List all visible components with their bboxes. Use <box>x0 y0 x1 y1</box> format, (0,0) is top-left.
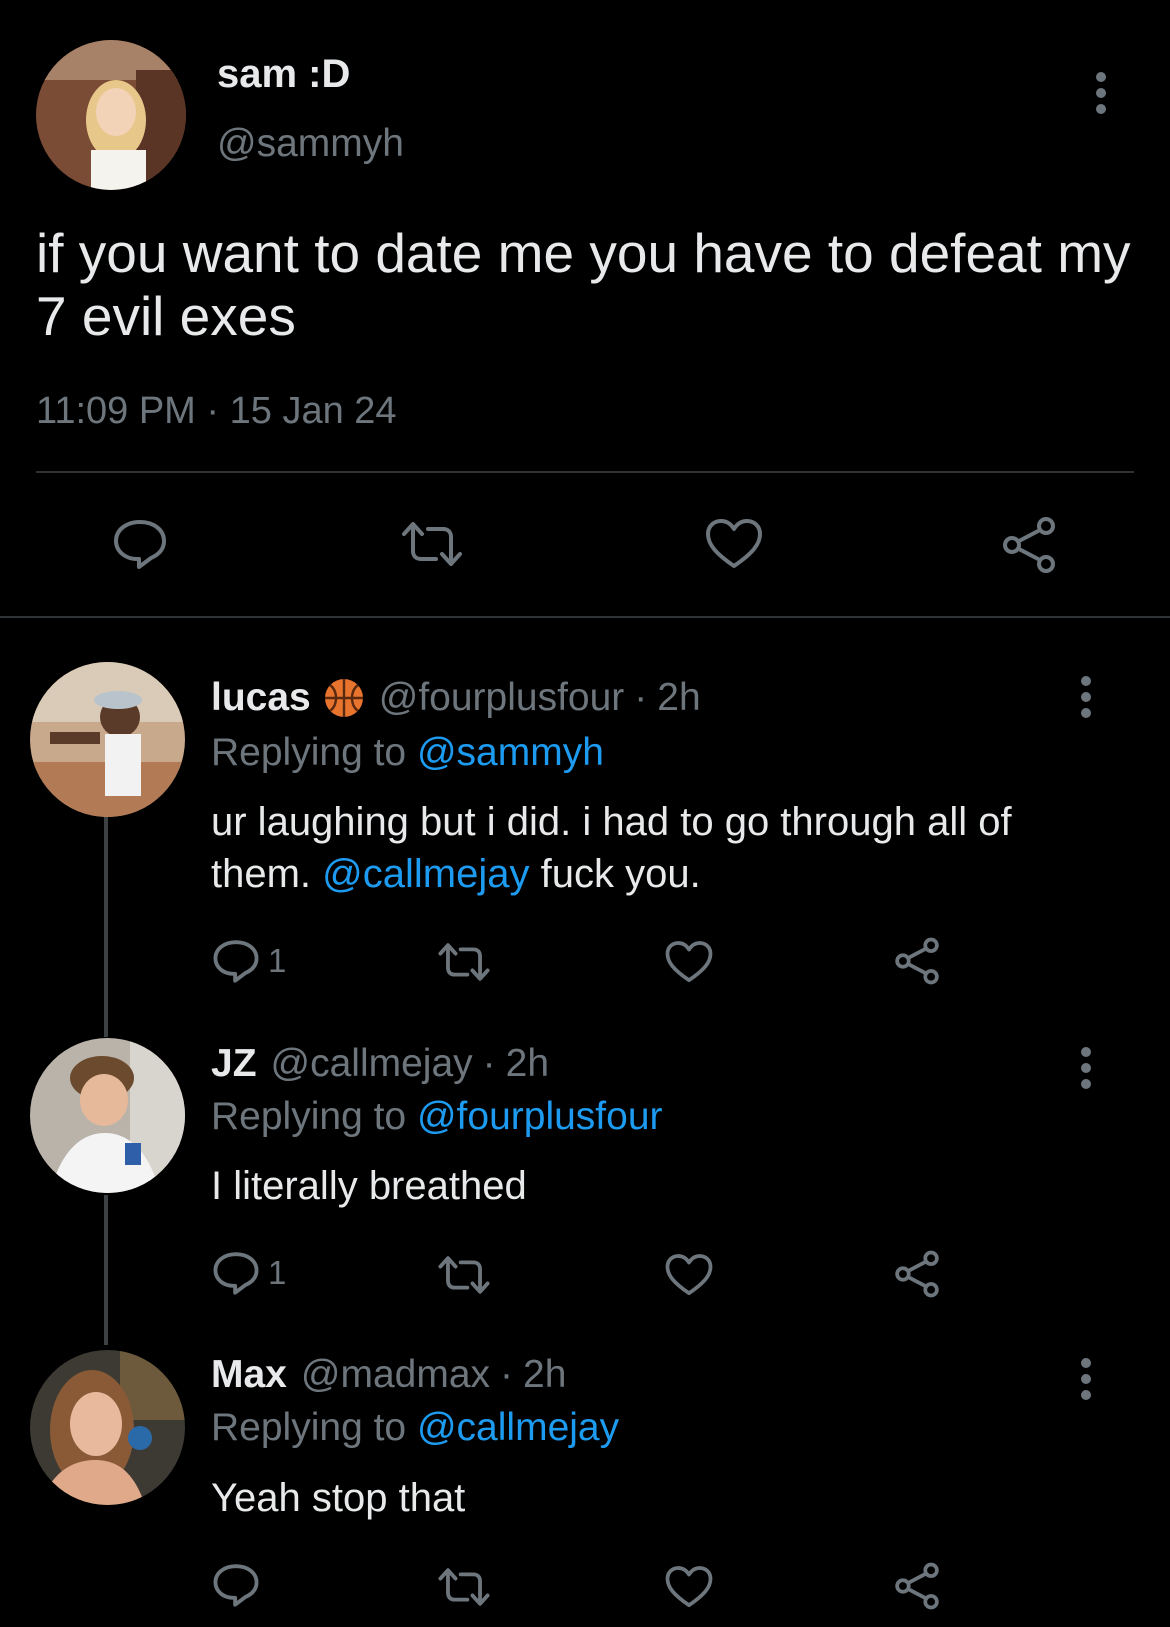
reply-header: Max @madmax · 2h <box>211 1353 566 1397</box>
retweet-button[interactable] <box>437 941 491 983</box>
share-button[interactable] <box>1000 516 1058 574</box>
tweet-date: 15 Jan 24 <box>229 390 397 432</box>
avatar-sammyh[interactable] <box>36 40 186 190</box>
meta-separator: · <box>206 390 220 432</box>
replying-to-link[interactable]: @fourplusfour <box>417 1095 663 1138</box>
reply-time: 2h <box>657 676 701 719</box>
tweet-text: if you want to date me you have to defea… <box>36 222 1131 347</box>
share-button[interactable] <box>893 937 941 985</box>
share-icon <box>895 1562 939 1610</box>
more-options-button[interactable] <box>1079 1358 1093 1400</box>
more-dot <box>1081 1390 1091 1400</box>
share-icon <box>1003 517 1055 573</box>
reply-header: lucas @fourplusfour · 2h <box>211 676 701 720</box>
reply-header: JZ @callmejay · 2h <box>211 1042 549 1086</box>
retweet-icon <box>438 1568 490 1606</box>
like-button[interactable] <box>665 1253 713 1297</box>
more-dot <box>1081 692 1091 702</box>
reply-button[interactable]: 1 <box>212 1250 286 1296</box>
replying-to-prefix: Replying to <box>211 1406 407 1449</box>
reply-display-name[interactable]: lucas <box>211 676 311 720</box>
reply-text: Yeah stop that <box>211 1476 466 1520</box>
reply-button[interactable] <box>212 1562 268 1608</box>
more-dot <box>1081 676 1091 686</box>
more-dot <box>1081 708 1091 718</box>
retweet-icon <box>438 1256 490 1294</box>
more-dot <box>1081 1358 1091 1368</box>
more-dot <box>1096 88 1106 98</box>
like-icon <box>706 519 762 568</box>
reply-text-part: fuck you. <box>540 852 701 896</box>
more-options-button[interactable] <box>1079 1047 1093 1089</box>
more-dot <box>1096 104 1106 114</box>
avatar-callmejay[interactable] <box>30 1038 185 1193</box>
reply-display-name[interactable]: JZ <box>211 1042 257 1086</box>
divider <box>36 471 1134 473</box>
meta-separator: · <box>500 1353 514 1396</box>
thread-connector <box>104 1195 108 1345</box>
reply-icon <box>114 520 166 569</box>
reply-button[interactable]: 1 <box>212 938 286 984</box>
more-dot <box>1081 1063 1091 1073</box>
retweet-button[interactable] <box>437 1254 491 1296</box>
meta-separator: · <box>634 676 648 719</box>
like-button[interactable] <box>705 518 763 570</box>
reply-handle[interactable]: @fourplusfour <box>379 676 625 720</box>
like-icon <box>665 1254 713 1296</box>
retweet-button[interactable] <box>437 1566 491 1608</box>
like-button[interactable] <box>665 940 713 984</box>
more-dot <box>1081 1079 1091 1089</box>
reply-handle[interactable]: @madmax <box>301 1353 490 1397</box>
reply-icon <box>213 1252 259 1295</box>
section-divider <box>0 616 1170 618</box>
reply-count: 1 <box>268 1254 287 1291</box>
like-icon <box>665 1566 713 1608</box>
reply-text: I literally breathed <box>211 1164 527 1208</box>
replying-to: Replying to @fourplusfour <box>211 1095 663 1139</box>
more-dot <box>1081 1047 1091 1057</box>
reply-button[interactable] <box>112 518 168 570</box>
basketball-emoji <box>324 679 363 717</box>
author-display-name[interactable]: sam :D <box>217 52 350 97</box>
reply-time: 2h <box>505 1042 550 1085</box>
share-button[interactable] <box>893 1250 941 1298</box>
reply-display-name[interactable]: Max <box>211 1353 287 1397</box>
author-handle[interactable]: @sammyh <box>217 122 404 166</box>
reply-count: 1 <box>268 942 287 979</box>
replying-to-link[interactable]: @sammyh <box>417 731 604 774</box>
reply-icon <box>213 940 259 983</box>
avatar-madmax[interactable] <box>30 1350 185 1505</box>
like-button[interactable] <box>665 1565 713 1609</box>
replying-to-link[interactable]: @callmejay <box>417 1406 619 1449</box>
reply-text: ur laughing but i did. i had to go throu… <box>211 796 1111 900</box>
replying-to-prefix: Replying to <box>211 1095 407 1138</box>
retweet-icon <box>438 943 490 981</box>
mention-link[interactable]: @callmejay <box>322 852 529 896</box>
avatar-fourplusfour[interactable] <box>30 662 185 817</box>
tweet-timestamp: 11:09 PM · 15 Jan 24 <box>36 390 397 433</box>
more-dot <box>1081 1374 1091 1384</box>
replying-to: Replying to @callmejay <box>211 1406 619 1450</box>
share-icon <box>895 937 939 985</box>
meta-separator: · <box>482 1042 496 1085</box>
replying-to-prefix: Replying to <box>211 731 407 774</box>
reply-handle[interactable]: @callmejay <box>271 1042 473 1086</box>
share-icon <box>895 1250 939 1298</box>
like-icon <box>665 941 713 983</box>
tweet-time: 11:09 PM <box>36 390 196 432</box>
more-dot <box>1096 72 1106 82</box>
more-options-button[interactable] <box>1094 72 1108 114</box>
retweet-button[interactable] <box>400 520 464 568</box>
reply-time: 2h <box>523 1353 567 1396</box>
replying-to: Replying to @sammyh <box>211 731 604 775</box>
share-button[interactable] <box>893 1562 941 1610</box>
thread-connector <box>104 815 108 1037</box>
reply-icon <box>213 1564 259 1607</box>
retweet-icon <box>402 522 462 566</box>
more-options-button[interactable] <box>1079 676 1093 718</box>
